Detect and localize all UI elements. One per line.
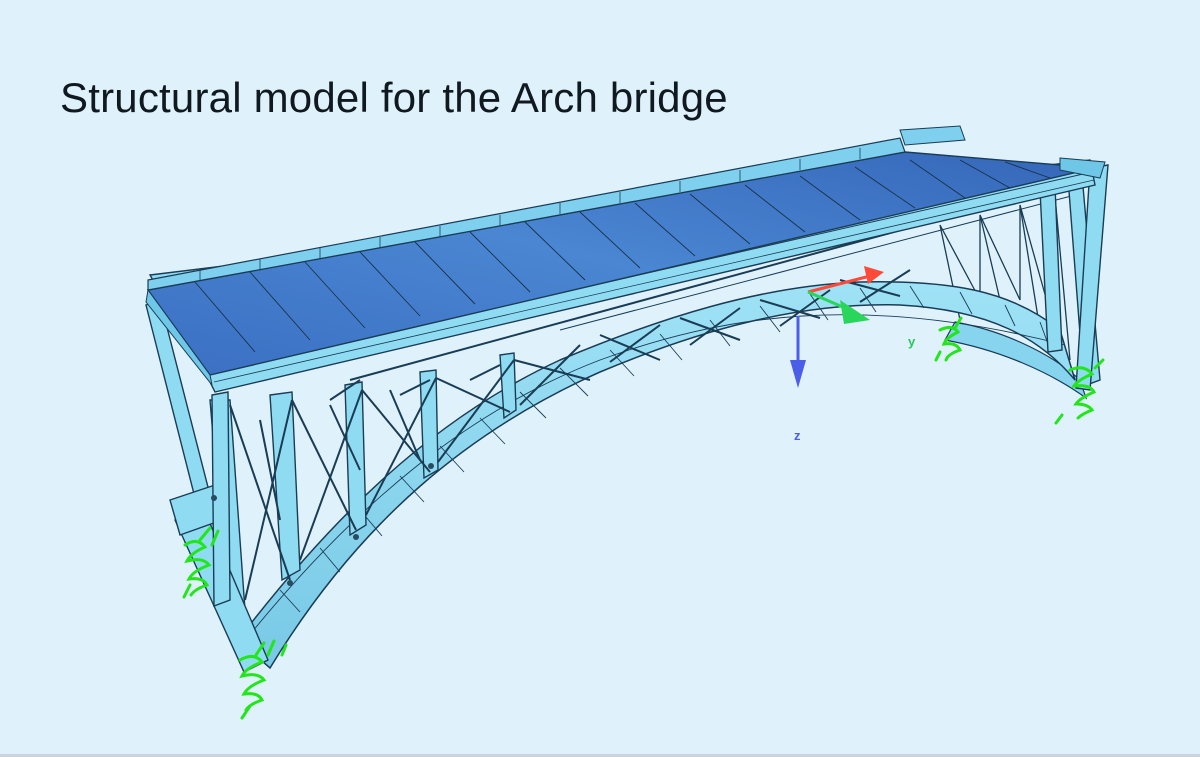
right-end-frame [1039,164,1109,391]
spring-support-icon [182,316,1105,720]
axis-label-y: y [908,334,916,349]
axis-label-z: z [794,428,801,443]
bridge-model: y z [145,125,1109,720]
figure-canvas: Structural model for the Arch bridge y z [0,0,1200,757]
